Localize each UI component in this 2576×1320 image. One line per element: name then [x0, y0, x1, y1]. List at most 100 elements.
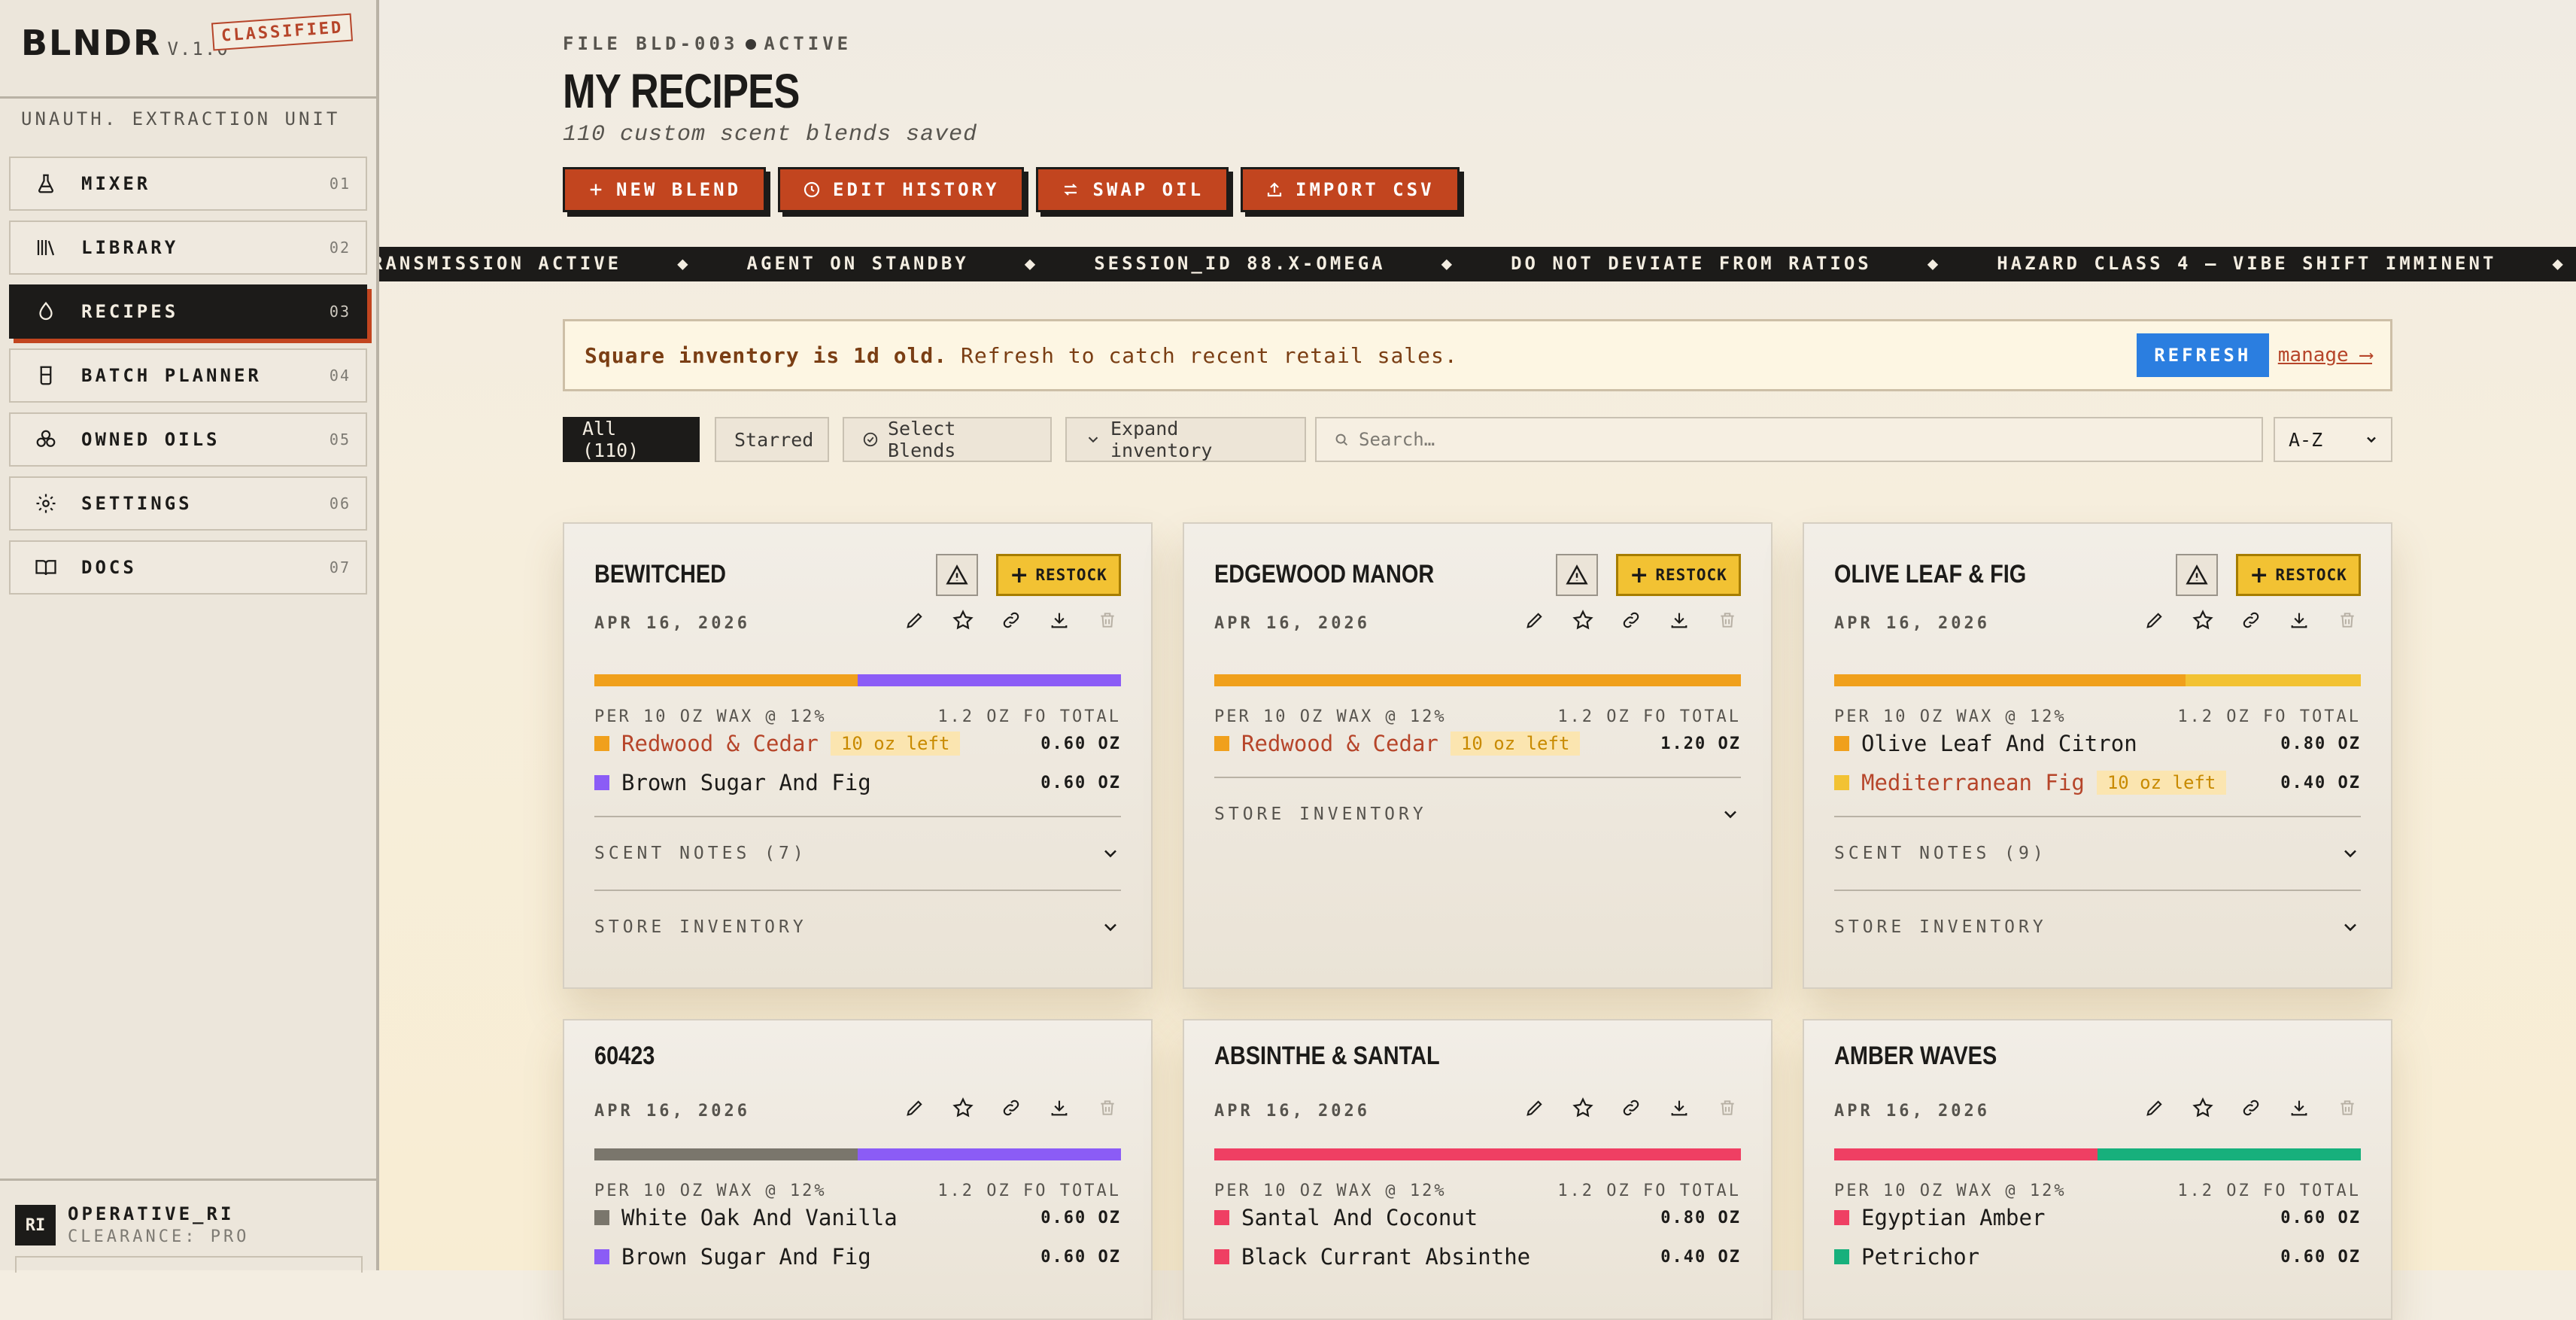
oil-color-swatch	[1214, 1210, 1229, 1225]
ticker-item: AGENT ON STANDBY	[746, 253, 969, 274]
restock-button[interactable]: + RESTOCK	[996, 554, 1121, 596]
download-icon[interactable]	[1047, 608, 1071, 632]
download-icon[interactable]	[1667, 1096, 1691, 1120]
link-icon[interactable]	[2239, 1096, 2263, 1120]
edit-icon[interactable]	[2143, 1096, 2167, 1120]
edit-history-button[interactable]: EDIT HISTORY	[778, 167, 1025, 212]
oil-row: Black Currant Absinthe 0.40 OZ	[1214, 1242, 1741, 1272]
edit-icon[interactable]	[903, 608, 927, 632]
scent-notes-toggle[interactable]: SCENT NOTES (7)	[594, 816, 1121, 890]
link-icon[interactable]	[999, 1096, 1023, 1120]
link-icon[interactable]	[1619, 608, 1643, 632]
swap-icon	[1061, 181, 1080, 199]
sort-select[interactable]: A-Z	[2274, 417, 2392, 462]
restock-button[interactable]: + RESTOCK	[2236, 554, 2361, 596]
star-icon[interactable]	[1571, 608, 1595, 632]
trash-icon[interactable]	[1095, 1096, 1119, 1120]
per-wax-label: PER 10 OZ WAX @ 12%	[1214, 707, 1447, 726]
file-status: FILE BLD-003 ACTIVE	[563, 33, 852, 54]
restock-button[interactable]: + RESTOCK	[1616, 554, 1741, 596]
store-inventory-toggle[interactable]: STORE INVENTORY	[1834, 890, 2361, 963]
manage-link[interactable]: manage ⟶	[2278, 344, 2372, 366]
trash-icon[interactable]	[1715, 608, 1739, 632]
trash-icon[interactable]	[2335, 1096, 2359, 1120]
sidebar-item-batch-planner[interactable]: BATCH PLANNER 04	[9, 348, 367, 403]
fo-total: 1.2 OZ FO TOTAL	[937, 1182, 1121, 1200]
expand-inventory-button[interactable]: Expand inventory	[1065, 417, 1306, 462]
link-icon[interactable]	[1619, 1096, 1643, 1120]
library-icon	[33, 235, 59, 260]
star-icon[interactable]	[2191, 608, 2215, 632]
low-stock-warning-button[interactable]	[2176, 554, 2218, 596]
sidebar-item-label: MIXER	[81, 173, 151, 194]
star-icon[interactable]	[1571, 1096, 1595, 1120]
clock-icon	[803, 181, 821, 199]
card-actions	[2143, 608, 2359, 632]
section-label: SCENT NOTES (7)	[594, 844, 807, 863]
sidebar-item-number: 01	[329, 175, 351, 193]
download-icon[interactable]	[2287, 608, 2311, 632]
ticker-item: RANSMISSION ACTIVE	[379, 253, 622, 274]
batch-info: PER 10 OZ WAX @ 12% 1.2 OZ FO TOTAL	[594, 707, 1121, 726]
store-inventory-toggle[interactable]: STORE INVENTORY	[1214, 777, 1741, 850]
filter-label: Expand inventory	[1110, 418, 1213, 461]
refresh-button[interactable]: REFRESH	[2136, 333, 2269, 377]
download-icon[interactable]	[1047, 1096, 1071, 1120]
ratio-segment	[1214, 1148, 1566, 1160]
edit-icon[interactable]	[1523, 1096, 1547, 1120]
low-stock-warning-button[interactable]	[936, 554, 978, 596]
card-actions	[2143, 1096, 2359, 1120]
edit-icon[interactable]	[1523, 608, 1547, 632]
recipe-title[interactable]: OLIVE LEAF & FIG	[1834, 560, 2026, 589]
link-icon[interactable]	[2239, 608, 2263, 632]
trash-icon[interactable]	[1095, 608, 1119, 632]
oil-name: Redwood & Cedar	[621, 731, 819, 756]
low-stock-warning-button[interactable]	[1556, 554, 1598, 596]
recipe-title[interactable]: EDGEWOOD MANOR	[1214, 560, 1434, 589]
sidebar-item-owned-oils[interactable]: OWNED OILS 05	[9, 412, 367, 467]
star-icon[interactable]	[951, 1096, 975, 1120]
oil-name: Mediterranean Fig	[1861, 770, 2085, 795]
new-blend-button[interactable]: NEW BLEND	[563, 167, 767, 212]
search-input[interactable]: Search…	[1315, 417, 2263, 462]
fo-total: 1.2 OZ FO TOTAL	[1557, 1182, 1741, 1200]
user-panel[interactable]: RI OPERATIVE_RI CLEARANCE: PRO	[0, 1179, 376, 1273]
oil-amount: 0.40 OZ	[1660, 1247, 1741, 1267]
swap-oil-button[interactable]: SWAP OIL	[1036, 167, 1229, 212]
recipe-title[interactable]: BEWITCHED	[594, 560, 726, 589]
scent-notes-toggle[interactable]: SCENT NOTES (9)	[1834, 816, 2361, 890]
link-icon[interactable]	[999, 608, 1023, 632]
recipe-title[interactable]: ABSINTHE & SANTAL	[1214, 1042, 1440, 1071]
star-icon[interactable]	[951, 608, 975, 632]
select-blends-button[interactable]: Select Blends	[843, 417, 1052, 462]
trash-icon[interactable]	[2335, 608, 2359, 632]
download-icon[interactable]	[1667, 608, 1691, 632]
drops-cluster-icon	[33, 427, 59, 452]
trash-icon[interactable]	[1715, 1096, 1739, 1120]
sidebar-item-settings[interactable]: SETTINGS 06	[9, 476, 367, 531]
sidebar-item-recipes[interactable]: RECIPES 03	[9, 284, 367, 339]
chevron-down-icon	[2340, 917, 2361, 938]
download-icon[interactable]	[2287, 1096, 2311, 1120]
per-wax-label: PER 10 OZ WAX @ 12%	[1214, 1182, 1447, 1200]
filter-all[interactable]: All (110)	[563, 417, 700, 462]
oil-amount: 0.40 OZ	[2280, 773, 2361, 792]
recipe-title[interactable]: 60423	[594, 1042, 655, 1071]
filter-bar: All (110) Starred Select Blends Expand i…	[563, 417, 2392, 462]
sidebar-item-docs[interactable]: DOCS 07	[9, 540, 367, 595]
restock-label: RESTOCK	[1035, 566, 1107, 584]
oil-name: Redwood & Cedar	[1241, 731, 1438, 756]
edit-icon[interactable]	[2143, 608, 2167, 632]
import-csv-button[interactable]: IMPORT CSV	[1241, 167, 1460, 212]
edit-icon[interactable]	[903, 1096, 927, 1120]
sidebar-item-mixer[interactable]: MIXER 01	[9, 157, 367, 211]
filter-starred[interactable]: Starred	[715, 417, 829, 462]
star-icon[interactable]	[2191, 1096, 2215, 1120]
ratio-segment	[1834, 674, 2186, 686]
store-inventory-toggle[interactable]: STORE INVENTORY	[594, 890, 1121, 963]
unit-label: UNAUTH. EXTRACTION UNIT	[21, 108, 341, 129]
recipe-title[interactable]: AMBER WAVES	[1834, 1042, 1997, 1071]
per-wax-label: PER 10 OZ WAX @ 12%	[1834, 1182, 2067, 1200]
fo-total: 1.2 OZ FO TOTAL	[2177, 1182, 2361, 1200]
sidebar-item-library[interactable]: LIBRARY 02	[9, 221, 367, 275]
